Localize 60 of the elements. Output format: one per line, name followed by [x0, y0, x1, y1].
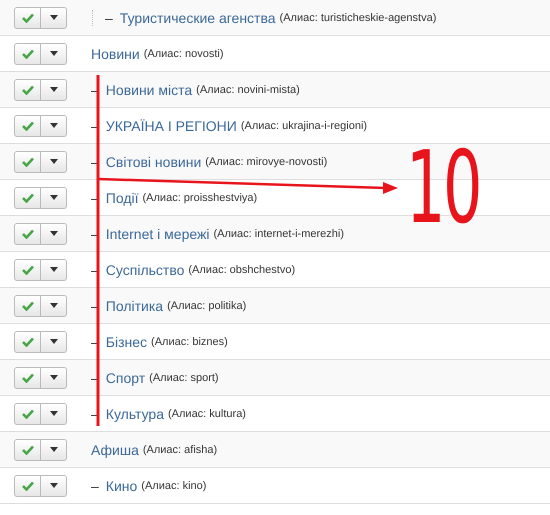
caret-icon [50, 123, 58, 128]
alias-text: (Алиас: kino) [141, 480, 206, 492]
check-icon [22, 336, 34, 346]
alias-text: (Алиас: afisha) [142, 444, 218, 456]
alias-text: (Алиас: internet-i-merezhi) [213, 228, 344, 240]
check-icon [22, 84, 34, 94]
check-icon [22, 156, 34, 166]
check-icon [22, 264, 34, 274]
category-title-link[interactable]: Internet і мережі [106, 226, 210, 242]
caret-icon [50, 87, 58, 92]
handwritten-note: 10 [406, 138, 480, 238]
caret-icon [50, 195, 58, 200]
check-icon [22, 408, 34, 418]
caret-icon [50, 303, 58, 308]
check-icon [22, 444, 34, 454]
check-icon [22, 48, 34, 58]
caret-icon [50, 483, 58, 488]
alias-text: (Алиас: politika) [167, 300, 246, 312]
caret-icon [50, 51, 58, 56]
alias-text: (Алиас: mirovye-novosti) [205, 156, 328, 168]
caret-icon [50, 339, 58, 344]
check-icon [22, 12, 34, 22]
alias-text: (Алиас: obshchestvo) [188, 264, 296, 276]
category-title-link[interactable]: Новини міста [106, 82, 192, 98]
alias-text: (Алиас: novosti) [144, 48, 224, 60]
alias-text: (Алиас: kultura) [168, 408, 246, 420]
category-title-link[interactable]: Спорт [106, 370, 146, 386]
category-title-link[interactable]: Туристические агенства [120, 10, 276, 26]
alias-text: (Алиас: novini-mista) [196, 84, 300, 96]
category-title-link[interactable]: Бізнес [106, 334, 148, 350]
caret-icon [50, 411, 58, 416]
alias-text: (Алиас: ukrajina-i-regioni) [240, 120, 368, 132]
caret-icon [50, 447, 58, 452]
caret-icon [50, 267, 58, 272]
category-title-link[interactable]: Світові новини [106, 154, 202, 170]
alias-text: (Алиас: sport) [149, 372, 219, 384]
check-icon [22, 192, 34, 202]
alias-text: (Алиас: proisshestviya) [142, 192, 258, 204]
check-icon [22, 300, 34, 310]
category-title-link[interactable]: Суспільство [106, 262, 184, 278]
category-title-link[interactable]: Культура [106, 406, 164, 422]
check-icon [22, 228, 34, 238]
category-title-link[interactable]: Події [106, 190, 139, 206]
category-title-link[interactable]: УКРАЇНА І РЕГІОНИ [106, 118, 237, 134]
level-dash: – [105, 10, 113, 26]
indent-guide [92, 10, 94, 26]
category-title-link[interactable]: Кино [106, 478, 138, 494]
alias-text: (Алиас: biznes) [151, 336, 228, 348]
caret-icon [50, 15, 58, 20]
category-title-link[interactable]: Новини [91, 46, 140, 62]
caret-icon [50, 375, 58, 380]
check-icon [22, 480, 34, 490]
caret-icon [50, 159, 58, 164]
caret-icon [50, 231, 58, 236]
check-icon [22, 120, 34, 130]
check-icon [22, 372, 34, 382]
level-dash: – [91, 478, 99, 494]
alias-text: (Алиас: turisticheskie-agenstva) [280, 12, 436, 24]
category-title-link[interactable]: Афиша [91, 442, 139, 458]
category-title-link[interactable]: Політика [106, 298, 164, 314]
